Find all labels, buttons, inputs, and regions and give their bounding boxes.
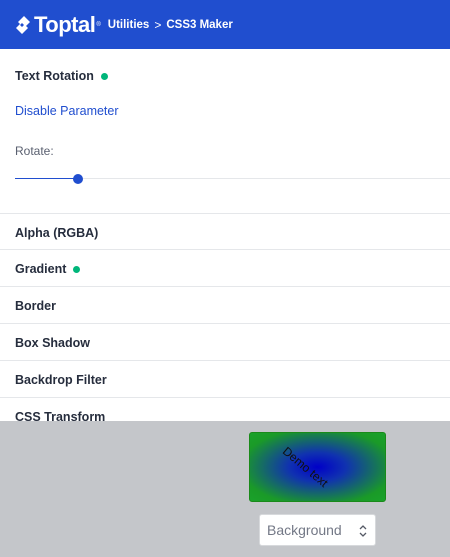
active-dot xyxy=(73,265,81,273)
settings-panel: Text Rotation Disable Parameter Rotate: … xyxy=(0,49,450,421)
preview-area: Demo text Background xyxy=(0,421,450,557)
toptal-logo[interactable]: Toptal ® xyxy=(15,12,101,38)
rotate-slider[interactable] xyxy=(15,172,450,186)
section-border[interactable]: Border xyxy=(0,286,450,323)
section-title-text-rotation[interactable]: Text Rotation xyxy=(15,69,108,83)
rotate-label: Rotate: xyxy=(15,144,54,158)
background-select-value: Background xyxy=(267,522,342,538)
section-label: Alpha (RGBA) xyxy=(15,226,99,240)
section-label: Backdrop Filter xyxy=(15,373,107,387)
breadcrumb-separator: > xyxy=(154,17,162,32)
section-title-label: Text Rotation xyxy=(15,69,94,83)
section-label-wrap: Alpha (RGBA) xyxy=(15,226,98,240)
slider-thumb[interactable] xyxy=(73,174,83,184)
top-bar: Toptal ® Utilities > CSS3 Maker xyxy=(0,0,450,49)
demo-preview-box: Demo text xyxy=(249,432,386,502)
breadcrumb-utilities[interactable]: Utilities xyxy=(108,19,150,31)
section-label: CSS Transform xyxy=(15,410,106,421)
registered-mark: ® xyxy=(96,21,101,28)
section-label-wrap: Box Shadow xyxy=(15,336,90,350)
demo-text: Demo text xyxy=(279,444,331,490)
section-label-wrap: Gradient xyxy=(15,262,81,276)
section-label-wrap: Border xyxy=(15,299,56,313)
disable-parameter-link[interactable]: Disable Parameter xyxy=(15,104,119,118)
section-gradient[interactable]: Gradient xyxy=(0,249,450,286)
section-label: Gradient xyxy=(15,262,67,276)
breadcrumb: Utilities > CSS3 Maker xyxy=(108,18,233,32)
section-css-transform[interactable]: CSS Transform xyxy=(0,397,450,421)
active-dot xyxy=(100,72,108,80)
breadcrumb-css3-maker[interactable]: CSS3 Maker xyxy=(166,19,232,31)
section-label: Box Shadow xyxy=(15,336,91,350)
background-select[interactable]: Background xyxy=(259,514,376,546)
logo-text: Toptal xyxy=(34,11,96,37)
section-label: Border xyxy=(15,299,56,313)
section-alpha-rgba[interactable]: Alpha (RGBA) xyxy=(0,213,450,250)
section-box-shadow[interactable]: Box Shadow xyxy=(0,323,450,360)
section-backdrop-filter[interactable]: Backdrop Filter xyxy=(0,360,450,397)
toptal-logo-icon xyxy=(16,15,30,34)
slider-fill xyxy=(15,178,78,179)
section-label-wrap: Backdrop Filter xyxy=(15,373,107,387)
section-label-wrap: CSS Transform xyxy=(15,410,105,421)
up-down-chevron-icon xyxy=(359,525,367,537)
